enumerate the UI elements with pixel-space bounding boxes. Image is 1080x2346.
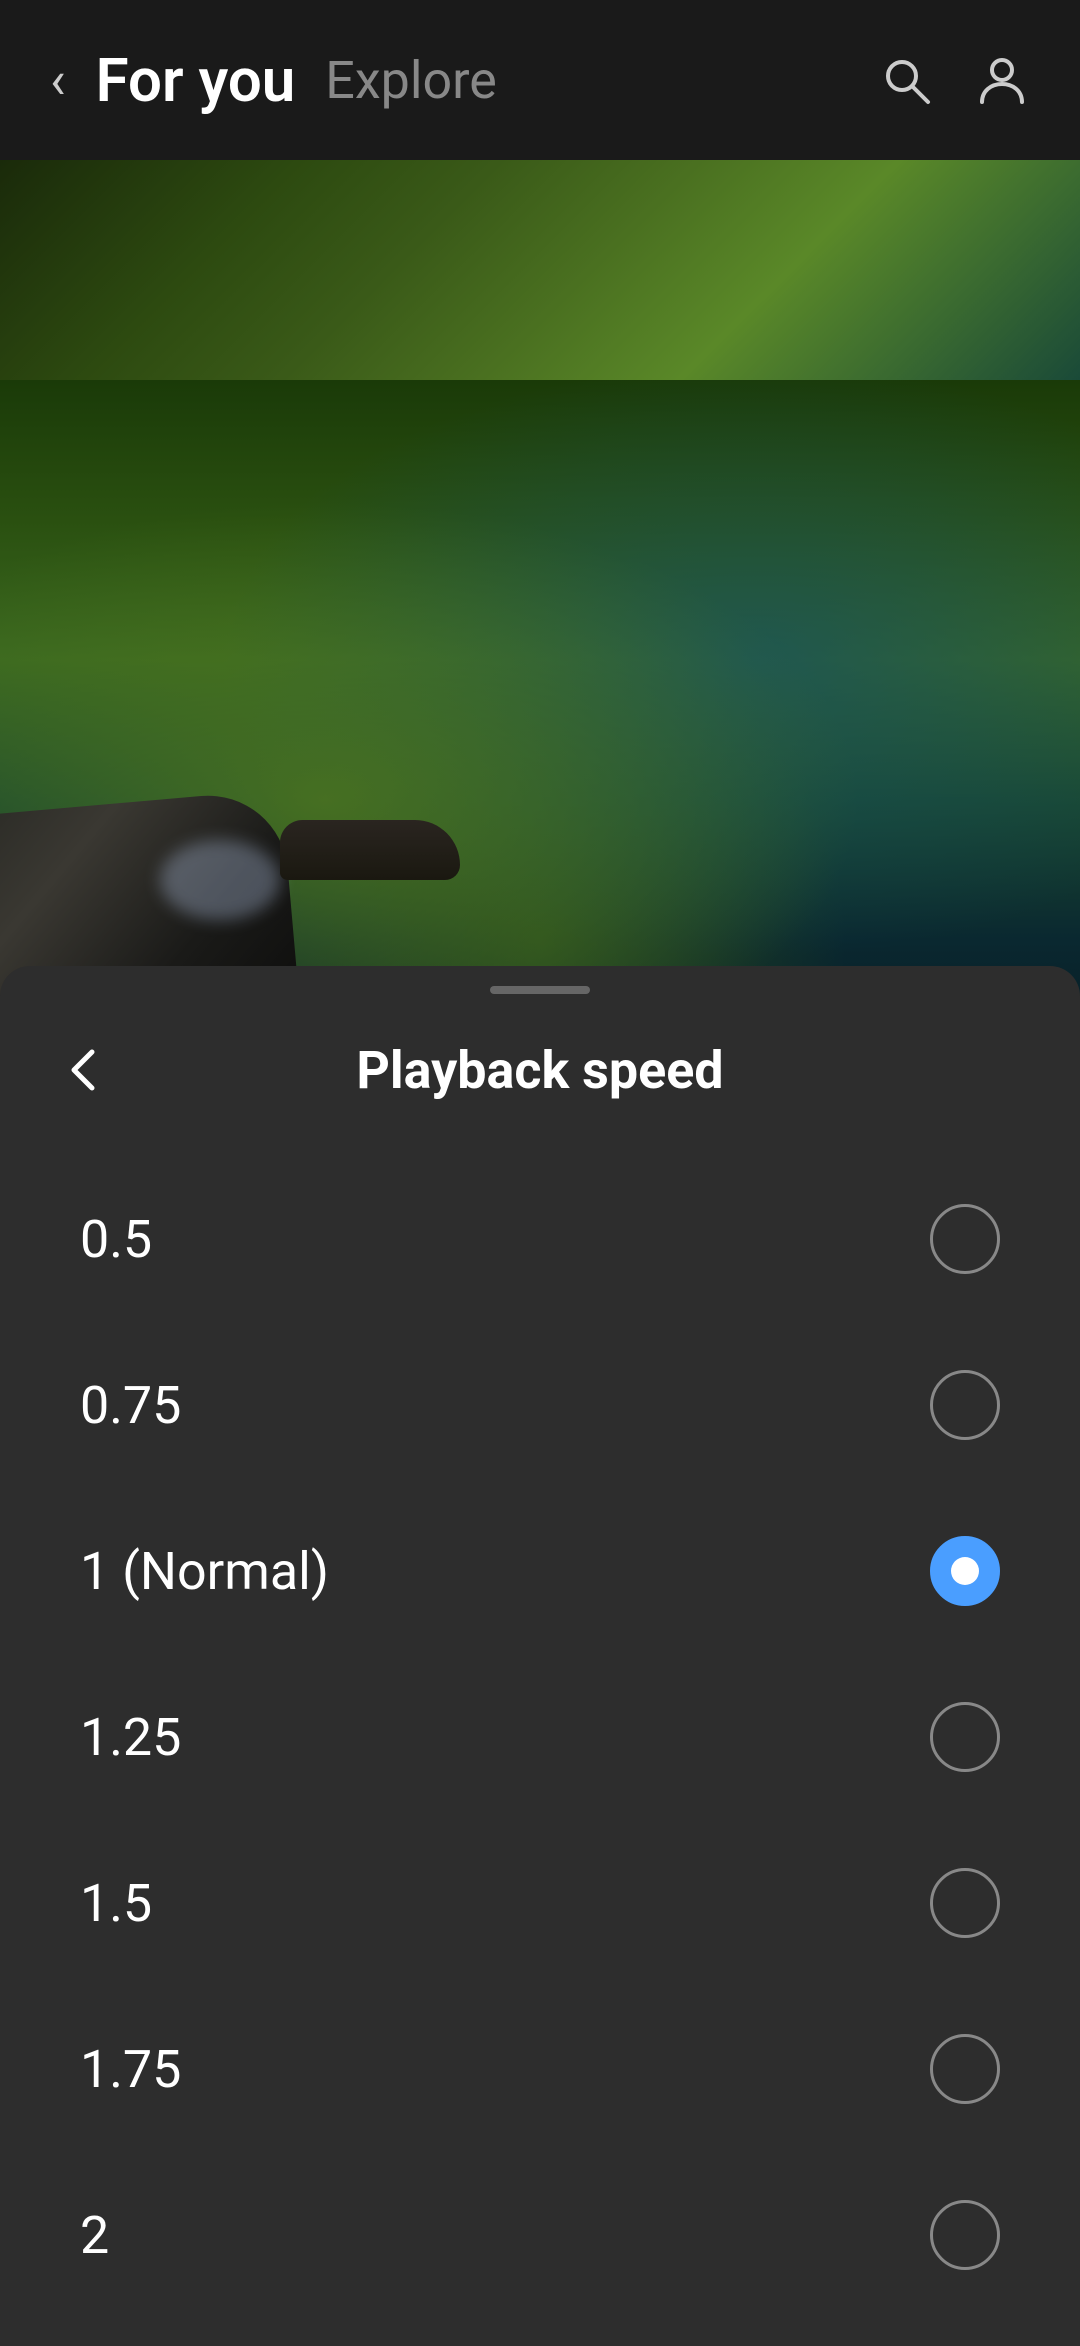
speed-label-1: 1 (Normal) — [80, 1541, 329, 1602]
speed-options-list: 0.5 0.75 1 (Normal) 1.25 1.5 1.75 2 — [0, 1136, 1080, 2338]
sheet-drag-handle[interactable] — [490, 986, 590, 994]
video-splash — [160, 840, 280, 920]
speed-label-2: 2 — [80, 2205, 109, 2266]
speed-radio-1.25[interactable] — [930, 1702, 1000, 1772]
nav-icons — [878, 52, 1030, 108]
video-animal — [280, 820, 460, 880]
nav-back-icon[interactable]: ‹ — [50, 50, 66, 111]
speed-label-1.5: 1.5 — [80, 1873, 152, 1934]
search-icon[interactable] — [878, 52, 934, 108]
top-navigation: ‹ For you Explore — [0, 0, 1080, 160]
speed-radio-1.75[interactable] — [930, 2034, 1000, 2104]
speed-radio-1[interactable] — [930, 1536, 1000, 1606]
sheet-title: Playback speed — [356, 1040, 723, 1101]
speed-radio-0.5[interactable] — [930, 1204, 1000, 1274]
playback-speed-sheet: Playback speed 0.5 0.75 1 (Normal) 1.25 … — [0, 966, 1080, 2346]
sheet-back-icon[interactable] — [60, 1044, 112, 1096]
speed-label-0.5: 0.5 — [80, 1209, 152, 1270]
video-area — [0, 160, 1080, 1080]
nav-for-you-label[interactable]: For you — [96, 45, 296, 116]
nav-title-group: For you Explore — [96, 45, 878, 116]
speed-option-1.75[interactable]: 1.75 — [0, 1986, 1080, 2152]
speed-label-1.75: 1.75 — [80, 2039, 181, 2100]
speed-option-1.5[interactable]: 1.5 — [0, 1820, 1080, 1986]
speed-label-0.75: 0.75 — [80, 1375, 181, 1436]
speed-label-1.25: 1.25 — [80, 1707, 181, 1768]
speed-option-0.5[interactable]: 0.5 — [0, 1156, 1080, 1322]
sheet-header: Playback speed — [0, 994, 1080, 1136]
nav-explore-label[interactable]: Explore — [325, 50, 497, 111]
speed-radio-0.75[interactable] — [930, 1370, 1000, 1440]
profile-icon[interactable] — [974, 52, 1030, 108]
speed-option-0.75[interactable]: 0.75 — [0, 1322, 1080, 1488]
speed-option-1[interactable]: 1 (Normal) — [0, 1488, 1080, 1654]
speed-radio-2[interactable] — [930, 2200, 1000, 2270]
speed-option-2[interactable]: 2 — [0, 2152, 1080, 2318]
speed-option-1.25[interactable]: 1.25 — [0, 1654, 1080, 1820]
speed-radio-1.5[interactable] — [930, 1868, 1000, 1938]
